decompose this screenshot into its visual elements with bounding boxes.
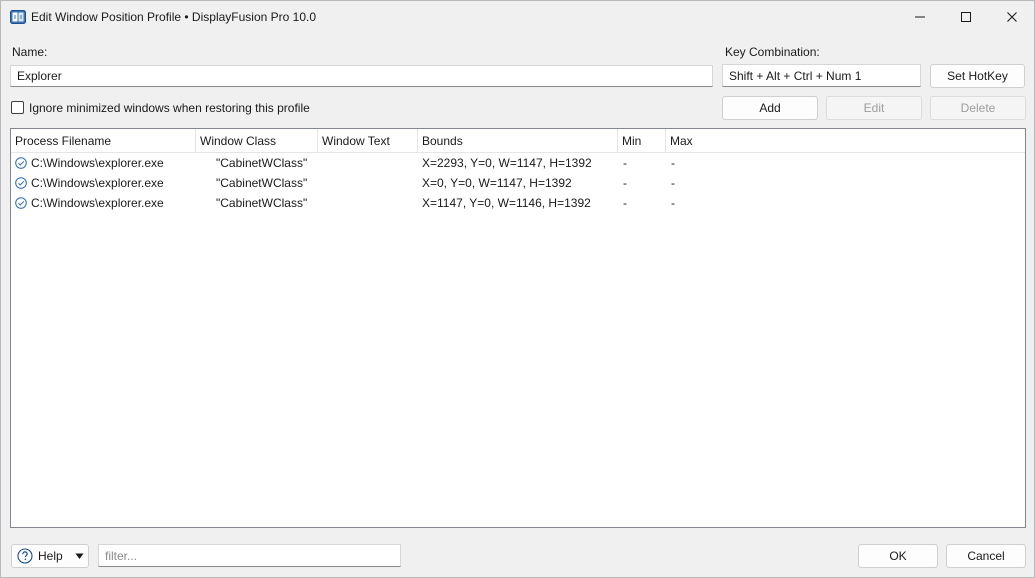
filter-input[interactable]: filter... <box>98 544 401 567</box>
help-split-button[interactable]: Help <box>11 544 89 568</box>
column-window-class[interactable]: Window Class <box>196 129 318 153</box>
ok-button[interactable]: OK <box>858 544 938 568</box>
cell-bounds: X=0, Y=0, W=1147, H=1392 <box>422 176 572 190</box>
key-combination-field[interactable]: Shift + Alt + Ctrl + Num 1 <box>722 64 921 87</box>
minimize-button[interactable] <box>897 1 943 32</box>
cell-max: - <box>671 176 675 190</box>
delete-button[interactable]: Delete <box>930 96 1026 120</box>
table-row[interactable]: C:\Windows\explorer.exe "CabinetWClass" … <box>11 173 1025 193</box>
help-label: Help <box>38 549 63 563</box>
title-bar[interactable]: Edit Window Position Profile • DisplayFu… <box>1 1 1034 32</box>
cell-min: - <box>623 156 627 170</box>
name-input-value: Explorer <box>17 69 62 83</box>
key-combination-label: Key Combination: <box>725 45 820 59</box>
column-min[interactable]: Min <box>618 129 666 153</box>
cell-max: - <box>671 156 675 170</box>
ignore-minimized-checkbox[interactable] <box>11 101 24 114</box>
cell-max: - <box>671 196 675 210</box>
set-hotkey-button[interactable]: Set HotKey <box>930 64 1025 88</box>
window-positions-table[interactable]: Process Filename Window Class Window Tex… <box>10 128 1026 528</box>
add-button[interactable]: Add <box>722 96 818 120</box>
chevron-down-icon[interactable] <box>75 553 84 560</box>
check-circle-icon <box>15 197 27 209</box>
name-input[interactable]: Explorer <box>10 65 713 87</box>
column-max[interactable]: Max <box>666 129 726 153</box>
table-row[interactable]: C:\Windows\explorer.exe "CabinetWClass" … <box>11 193 1025 213</box>
filter-placeholder: filter... <box>105 548 138 563</box>
cell-min: - <box>623 176 627 190</box>
column-bounds[interactable]: Bounds <box>418 129 618 153</box>
help-icon <box>17 548 33 564</box>
edit-button[interactable]: Edit <box>826 96 922 120</box>
minimize-icon <box>915 16 925 17</box>
column-window-text[interactable]: Window Text <box>318 129 418 153</box>
cell-class: "CabinetWClass" <box>216 196 308 210</box>
window-title: Edit Window Position Profile • DisplayFu… <box>31 10 316 24</box>
column-process-filename[interactable]: Process Filename <box>11 129 196 153</box>
cell-process: C:\Windows\explorer.exe <box>31 156 164 170</box>
displayfusion-icon <box>10 10 26 24</box>
close-icon <box>1007 11 1017 22</box>
cell-process: C:\Windows\explorer.exe <box>31 176 164 190</box>
table-row[interactable]: C:\Windows\explorer.exe "CabinetWClass" … <box>11 153 1025 173</box>
cancel-button[interactable]: Cancel <box>946 544 1026 568</box>
name-label: Name: <box>12 45 48 59</box>
check-circle-icon <box>15 177 27 189</box>
cell-min: - <box>623 196 627 210</box>
cell-class: "CabinetWClass" <box>216 156 308 170</box>
cell-bounds: X=2293, Y=0, W=1147, H=1392 <box>422 156 592 170</box>
cell-process: C:\Windows\explorer.exe <box>31 196 164 210</box>
table-header: Process Filename Window Class Window Tex… <box>11 129 1025 153</box>
key-combination-value: Shift + Alt + Ctrl + Num 1 <box>729 68 862 83</box>
cell-class: "CabinetWClass" <box>216 176 308 190</box>
dialog-window: Edit Window Position Profile • DisplayFu… <box>0 0 1035 578</box>
close-button[interactable] <box>989 1 1035 32</box>
cell-bounds: X=1147, Y=0, W=1146, H=1392 <box>422 196 591 210</box>
maximize-icon <box>961 11 971 22</box>
check-circle-icon <box>15 157 27 169</box>
ignore-minimized-label[interactable]: Ignore minimized windows when restoring … <box>29 101 310 115</box>
maximize-button[interactable] <box>943 1 989 32</box>
